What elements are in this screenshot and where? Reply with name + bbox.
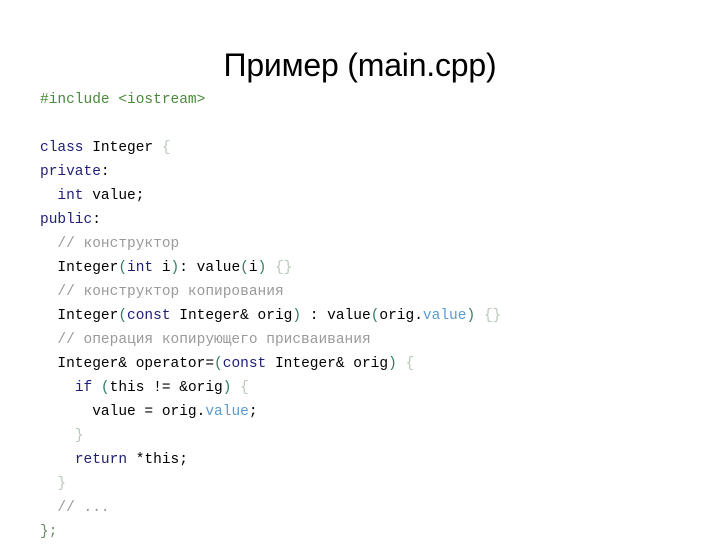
code-line: private: [40, 160, 700, 184]
code-line: int value; [40, 184, 700, 208]
code-token-plain: this != &orig [109, 380, 223, 396]
code-token-keyword: private [40, 164, 101, 180]
code-token-plain: : [100, 164, 110, 180]
code-token-comment: // конструктор [57, 236, 180, 252]
code-line: // операция копирующего присваивания [40, 328, 700, 352]
code-token-plain: value = orig. [92, 404, 206, 420]
code-token-plain: Integer [57, 260, 119, 276]
code-line: // ... [40, 496, 700, 520]
code-token-plain: : [92, 212, 101, 228]
code-token-paren: ) [257, 260, 267, 276]
code-line: class Integer { [40, 136, 700, 160]
code-token-brace: {} [483, 308, 502, 324]
code-token-paren: ( [240, 260, 249, 276]
code-listing: #include <iostream> class Integer {privat… [40, 88, 700, 544]
code-token-keyword: class [40, 140, 84, 156]
slide-canvas: Пример (main.cpp) #include <iostream> cla… [0, 0, 720, 540]
code-token-brace: { [405, 356, 415, 372]
code-token-brace: } [57, 476, 67, 492]
code-line: }; [40, 520, 700, 544]
page-title: Пример (main.cpp) [223, 47, 497, 83]
code-token-plain: Integer& orig [170, 308, 293, 324]
code-token-paren: ) [388, 356, 397, 372]
code-token-end_brace: }; [40, 524, 58, 540]
code-token-pre: #include <iostream> [40, 92, 206, 108]
code-token-comment: // конструктор копирования [57, 284, 284, 300]
code-line: } [40, 472, 700, 496]
code-token-plain: Integer& operator= [57, 356, 215, 372]
code-token-keyword: const [127, 308, 171, 324]
code-token-brace: { [161, 140, 171, 156]
code-token-plain: Integer& orig [266, 356, 389, 372]
code-token-paren: ( [214, 356, 223, 372]
code-token-brace: } [74, 428, 84, 444]
code-token-keyword: int [127, 260, 154, 276]
code-line: Integer(int i): value(i) {} [40, 256, 700, 280]
code-line: #include <iostream> [40, 88, 700, 112]
code-line: value = orig.value; [40, 400, 700, 424]
code-token-paren: ( [100, 380, 110, 396]
code-line: // конструктор [40, 232, 700, 256]
code-token-plain: orig. [379, 308, 423, 324]
code-line: Integer(const Integer& orig) : value(ori… [40, 304, 700, 328]
code-token-plain: : value [179, 260, 241, 276]
code-line: if (this != &orig) { [40, 376, 700, 400]
code-token-plain: *this; [127, 452, 188, 468]
code-line: // конструктор копирования [40, 280, 700, 304]
code-token-paren: ) [466, 308, 476, 324]
code-token-brace: {} [274, 260, 293, 276]
code-token-paren: ( [118, 308, 128, 324]
code-token-plain: Integer [57, 308, 119, 324]
code-token-paren: ) [292, 308, 302, 324]
code-line: } [40, 424, 700, 448]
code-token-plain: i [153, 260, 171, 276]
code-token-plain: : value [301, 308, 371, 324]
code-token-paren: ) [170, 260, 180, 276]
code-token-keyword: if [74, 380, 93, 396]
code-token-comment: // операция копирующего присваивания [57, 332, 371, 348]
code-token-plain: i [248, 260, 258, 276]
code-line: Integer& operator=(const Integer& orig) … [40, 352, 700, 376]
code-token-comment: // ... [57, 500, 110, 516]
code-token-plain: ; [248, 404, 258, 420]
code-token-keyword: int [57, 188, 84, 204]
code-token-member: value [422, 308, 467, 324]
code-token-plain: value; [83, 188, 145, 204]
code-line: return *this; [40, 448, 700, 472]
code-token-paren: ( [118, 260, 128, 276]
code-line: public: [40, 208, 700, 232]
code-token-keyword: return [74, 452, 128, 468]
code-token-keyword: const [222, 356, 267, 372]
code-token-brace: { [240, 380, 249, 396]
code-token-plain: Integer [83, 140, 162, 156]
code-token-member: value [205, 404, 249, 420]
code-token-keyword: public [40, 212, 93, 228]
